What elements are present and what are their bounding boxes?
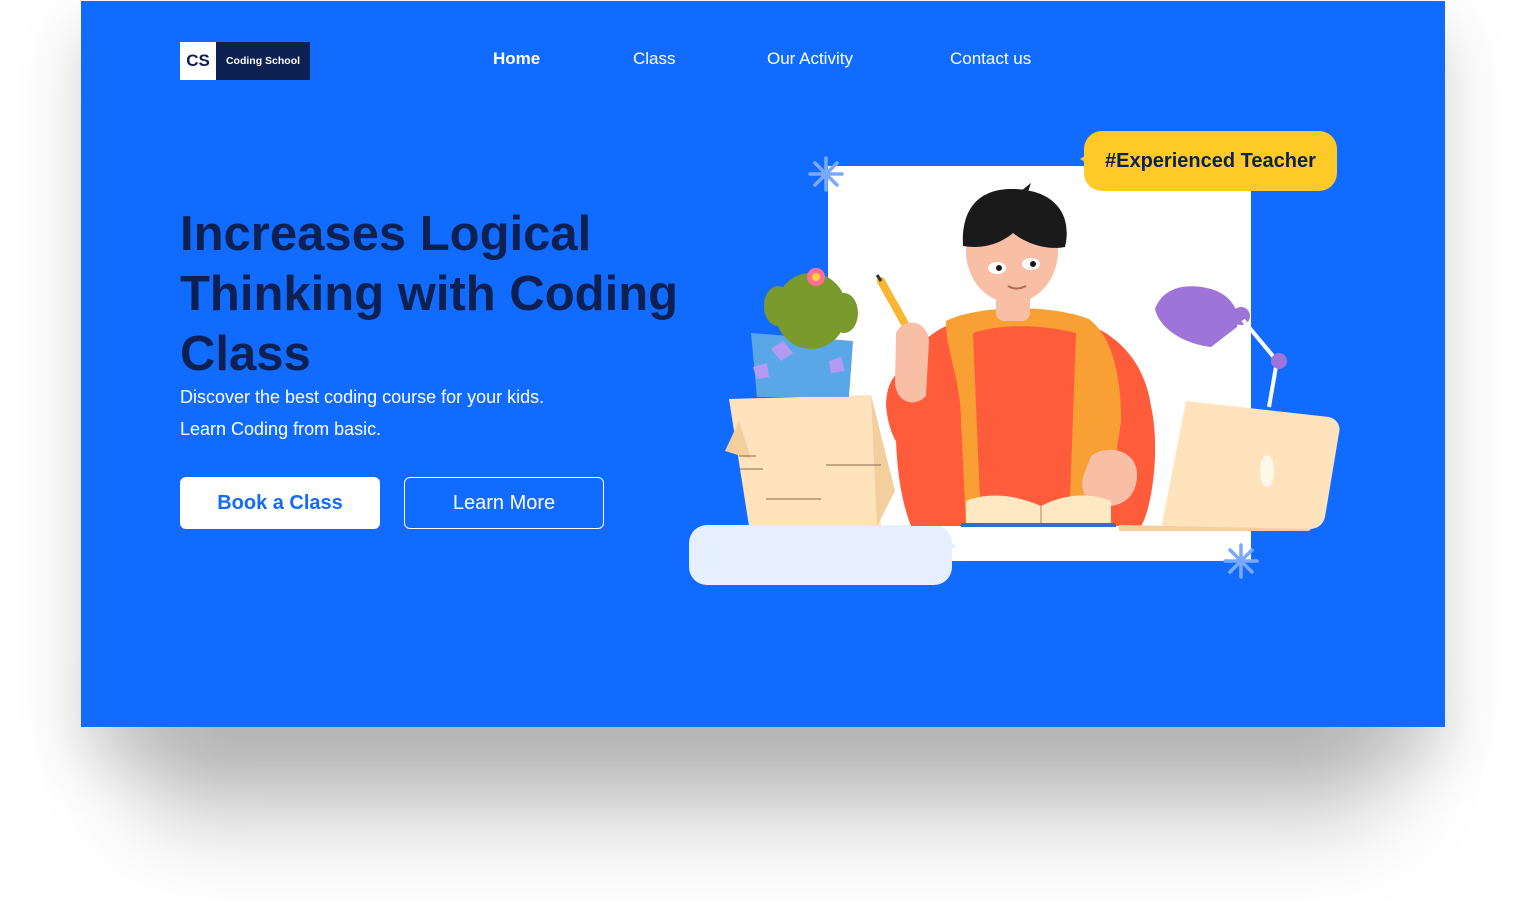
hero-subtitle-line-1: Discover the best coding course for your… — [180, 387, 545, 407]
learn-more-button[interactable]: Learn More — [404, 477, 604, 529]
pencil-icon — [875, 274, 913, 335]
logo-mark: CS — [180, 42, 216, 80]
sparkle-icon — [1223, 543, 1259, 579]
cactus-icon — [751, 268, 858, 397]
hero-illustration: #Experienced Teacher — [681, 121, 1361, 601]
logo[interactable]: CS Coding School — [180, 42, 310, 80]
sparkle-icon — [808, 156, 844, 192]
hero-headline: Increases Logical Thinking with Coding C… — [180, 207, 679, 381]
nav-item-our-activity[interactable]: Our Activity — [767, 49, 853, 69]
nav-item-contact-us[interactable]: Contact us — [950, 49, 1031, 69]
paper-stack-icon — [725, 395, 895, 526]
book-a-class-button[interactable]: Book a Class — [180, 477, 380, 529]
person-illustration — [886, 183, 1156, 526]
experienced-teacher-tag: #Experienced Teacher — [1080, 131, 1337, 191]
nav-item-class[interactable]: Class — [633, 49, 676, 69]
logo-name: Coding School — [216, 42, 310, 80]
illustration-drawing — [725, 156, 1340, 579]
hero-subtitle-line-2: Learn Coding from basic. — [180, 419, 382, 439]
desk-lamp-icon — [1155, 286, 1287, 408]
nav-item-home[interactable]: Home — [493, 49, 540, 69]
landing-page: CS Coding School Home Class Our Activity… — [81, 1, 1445, 727]
